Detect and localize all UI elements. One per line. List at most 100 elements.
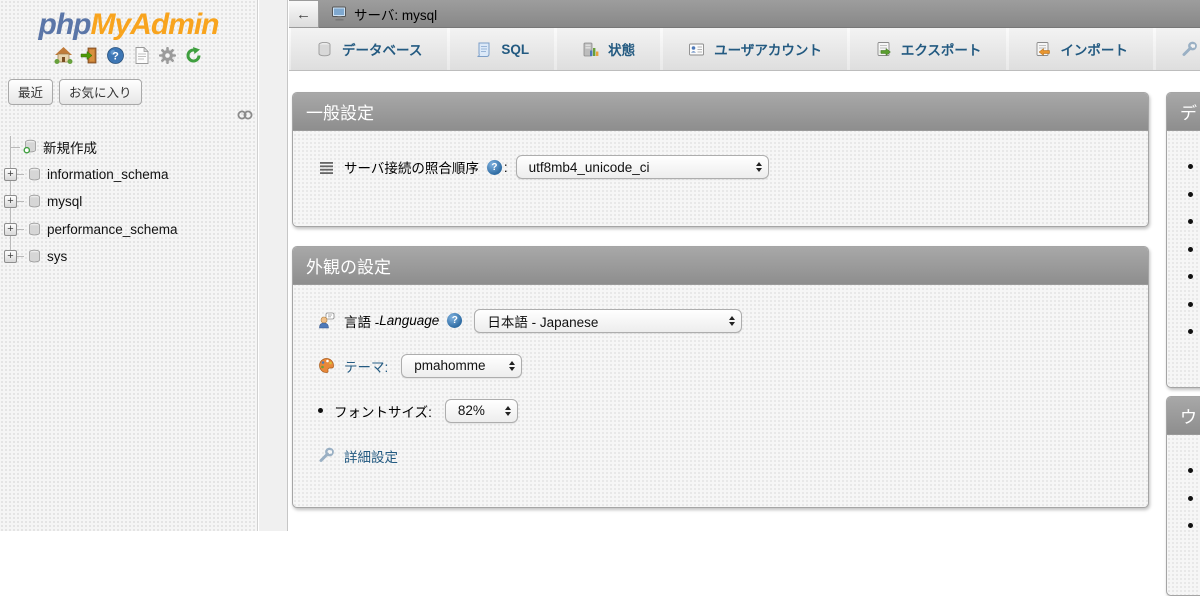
expand-plus-icon[interactable]: +	[4, 195, 17, 208]
general-settings-panel: 一般設定 サーバ接続の照合順序 ? : utf8mb4_unicode_ci	[292, 92, 1149, 227]
server-title-bar: サーバ: mysql	[319, 0, 1200, 28]
tree-branch-line	[17, 201, 24, 202]
help-icon[interactable]: ?	[106, 46, 125, 65]
select-value: 82%	[458, 403, 495, 418]
appearance-settings-panel: 外観の設定 言語 - Language ? 日本語 - Japanese テーマ…	[292, 246, 1149, 508]
tab-status[interactable]: 状態	[557, 28, 660, 70]
panel-title: 一般設定	[293, 93, 1148, 131]
back-button[interactable]: ←	[289, 0, 319, 28]
select-arrows-icon	[509, 361, 515, 371]
list-bullet	[1188, 468, 1193, 473]
tree-item-sys[interactable]: + sys	[0, 243, 258, 271]
language-select[interactable]: 日本語 - Japanese	[474, 309, 742, 333]
server-title: サーバ: mysql	[354, 4, 437, 24]
tab-export[interactable]: エクスポート	[850, 28, 1007, 70]
database-icon	[27, 194, 42, 209]
logo-php: php	[39, 8, 91, 41]
list-bullet	[1188, 302, 1193, 307]
tree-branch-line	[17, 256, 24, 257]
tree-item-performance-schema[interactable]: + performance_schema	[0, 216, 258, 244]
recent-button[interactable]: 最近	[8, 79, 53, 105]
tab-label: エクスポート	[901, 39, 982, 59]
export-icon	[875, 41, 892, 58]
home-icon[interactable]	[54, 46, 73, 65]
tree-item-label: information_schema	[47, 167, 169, 182]
expand-plus-icon[interactable]: +	[4, 168, 17, 181]
tab-user-accounts[interactable]: ユーザアカウント	[663, 28, 847, 70]
tab-databases[interactable]: データベース	[291, 28, 447, 70]
help-icon[interactable]: ?	[447, 313, 462, 328]
list-bullet	[1188, 164, 1193, 169]
tree-item-new-database[interactable]: 新規作成	[0, 133, 258, 161]
panel-resize-strip[interactable]	[259, 0, 288, 531]
unlink-panels-icon[interactable]	[237, 108, 253, 122]
phpmyadmin-logo: phpMyAdmin	[0, 8, 257, 42]
new-database-icon	[23, 139, 38, 154]
tree-item-label: 新規作成	[43, 137, 97, 157]
database-icon	[316, 41, 333, 58]
database-icon	[27, 249, 42, 264]
tab-label: SQL	[501, 42, 529, 57]
favorites-button[interactable]: お気に入り	[59, 79, 142, 105]
database-tree: 新規作成 + information_schema + mysql + perf…	[0, 133, 258, 271]
tree-item-information-schema[interactable]: + information_schema	[0, 161, 258, 189]
sidebar-quick-buttons: 最近 お気に入り	[8, 79, 257, 105]
server-collation-select[interactable]: utf8mb4_unicode_ci	[516, 155, 769, 179]
svg-text:?: ?	[112, 51, 119, 63]
tab-label: データベース	[342, 39, 422, 59]
settings-gear-icon[interactable]	[158, 46, 177, 65]
select-value: 日本語 - Japanese	[487, 311, 719, 331]
list-item	[1188, 485, 1200, 513]
sql-scroll-icon	[475, 41, 492, 58]
language-label: 言語 -	[344, 311, 379, 331]
collation-label: サーバ接続の照合順序	[344, 157, 479, 177]
wrench-icon	[318, 447, 335, 464]
select-arrows-icon	[505, 406, 511, 416]
tree-item-label: mysql	[47, 194, 82, 209]
status-chart-icon	[582, 41, 599, 58]
select-value: pmahomme	[414, 358, 499, 373]
font-size-select[interactable]: 82%	[445, 399, 518, 423]
list-item	[1188, 153, 1200, 181]
list-item	[1188, 236, 1200, 264]
expand-plus-icon[interactable]: +	[4, 223, 17, 236]
list-item	[1188, 291, 1200, 319]
tree-item-mysql[interactable]: + mysql	[0, 188, 258, 216]
tree-branch-line	[17, 174, 24, 175]
logo-myadmin: MyAdmin	[90, 8, 218, 41]
main-content: ← サーバ: mysql データベース SQL 状態 ユーザアカウント エクスポ…	[289, 0, 1200, 531]
list-bullet	[1188, 274, 1193, 279]
tab-label: ユーザアカウント	[714, 39, 822, 59]
logout-icon[interactable]	[80, 46, 99, 65]
tree-branch-line	[17, 229, 24, 230]
language-row: 言語 - Language ? 日本語 - Japanese	[293, 298, 1148, 343]
tab-label: 状態	[608, 39, 635, 59]
theme-row: テーマ: pmahomme	[293, 343, 1148, 388]
tab-sql[interactable]: SQL	[450, 28, 554, 70]
wrench-icon	[1181, 41, 1198, 58]
tab-import[interactable]: インポート	[1009, 28, 1153, 70]
list-bullet	[1188, 523, 1193, 528]
list-bullet	[1188, 219, 1193, 224]
list-bullet	[1188, 247, 1193, 252]
reload-icon[interactable]	[184, 46, 203, 65]
tab-label: インポート	[1060, 39, 1128, 59]
bullet-icon	[318, 408, 323, 413]
database-icon	[27, 167, 42, 182]
server-topbar: ← サーバ: mysql	[289, 0, 1200, 28]
more-settings-link[interactable]: 詳細設定	[344, 446, 398, 466]
theme-label-link[interactable]: テーマ:	[344, 356, 388, 376]
theme-palette-icon	[318, 357, 335, 374]
documentation-icon[interactable]	[132, 46, 151, 65]
panel-title: デ	[1167, 93, 1200, 131]
navigation-sidebar: phpMyAdmin ? 最近 お気に入り	[0, 0, 258, 531]
sidebar-icon-toolbar: ?	[0, 46, 257, 65]
tree-item-label: sys	[47, 249, 67, 264]
language-label-en: Language	[379, 313, 439, 328]
theme-select[interactable]: pmahomme	[401, 354, 522, 378]
expand-plus-icon[interactable]: +	[4, 250, 17, 263]
select-value: utf8mb4_unicode_ci	[529, 160, 746, 175]
tab-settings[interactable]: 設定	[1156, 28, 1200, 70]
font-size-row: フォントサイズ: 82%	[293, 388, 1148, 433]
help-icon[interactable]: ?	[487, 160, 502, 175]
